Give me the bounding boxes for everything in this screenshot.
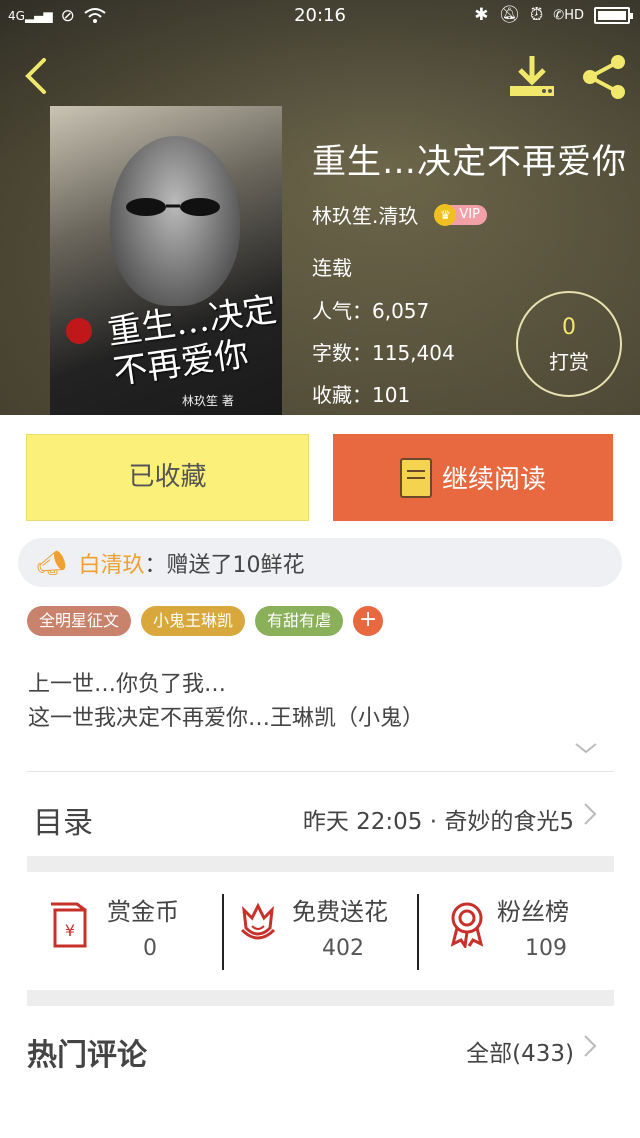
flower-icon [240,902,276,940]
hd-label: HD [564,7,584,23]
chevron-right-icon [584,1035,597,1057]
hd-call-icon: ✆HD [553,7,584,23]
section-separator [27,856,614,872]
tag-item[interactable]: 有甜有虐 [255,606,344,636]
battery-icon [594,6,633,24]
alarm-icon: ⏰︎ [530,5,544,25]
hot-comments-label: 热门评论 [27,1038,147,1073]
bluetooth-icon: ✱ [474,5,489,25]
fan-ranking-stat[interactable]: 粉丝榜 109 [419,878,614,974]
divider [27,771,614,772]
book-status: 连载 [312,256,352,280]
cover-author: 林玖笙 著 [182,394,234,408]
back-button[interactable] [18,56,58,96]
tip-count: 0 [562,315,576,340]
book-title: 重生…决定不再爱你 [312,142,627,182]
tag-list: 全明星征文 小鬼王琳凯 有甜有虐 + [27,606,384,636]
share-button[interactable] [580,54,630,100]
cover-rose [66,318,92,344]
vip-badge: ♛ VIP [434,203,487,226]
latest-chapter: 昨天 22:05 · 奇妙的食光5 [302,809,574,835]
free-flowers-stat[interactable]: 免费送花 402 [224,878,417,974]
stat-name: 赏金币 [107,898,179,926]
chevron-left-icon [25,58,46,94]
word-count-label: 字数： [312,341,372,365]
author-name[interactable]: 林玖笙.清玖 [312,200,418,229]
book-description: 上一世…你负了我… 这一世我决定不再爱你…王琳凯（小鬼） [28,668,618,736]
cover-sunglasses [126,198,220,216]
gift-notice[interactable]: 📣︎ 白清玖 ：赠送了10鲜花 [18,538,622,587]
popularity-label: 人气： [312,299,372,323]
crown-icon: ♛ [434,203,457,226]
svg-text:¥: ¥ [65,921,75,940]
description-line: 上一世…你负了我… [28,672,227,697]
cover-portrait [110,136,240,306]
favorites-value: 101 [372,383,411,407]
cover-title: 重生…决定不再爱你 [105,289,280,393]
share-icon [583,55,625,99]
popularity-value: 6,057 [372,299,430,323]
download-button[interactable] [508,54,556,100]
stat-value: 402 [322,936,364,961]
stat-name: 粉丝榜 [497,898,569,926]
description-line: 这一世我决定不再爱你…王琳凯（小鬼） [28,706,425,731]
red-envelope-icon: ¥ [51,902,87,948]
popularity-row: 人气：6,057 [312,295,429,324]
chevron-right-icon [584,803,597,825]
gift-message: ：赠送了10鲜花 [144,552,305,578]
favorites-row: 收藏：101 [312,379,410,408]
tip-label: 打赏 [549,350,589,374]
toc-label: 目录 [33,806,93,841]
download-icon [510,56,554,96]
medal-icon [450,902,484,948]
continue-reading-button[interactable]: 继续阅读 [333,434,613,521]
favorited-button[interactable]: 已收藏 [26,434,309,521]
word-count-row: 字数：115,404 [312,337,455,366]
all-comments-link[interactable]: 全部(433) [466,1034,574,1068]
word-count-value: 115,404 [372,341,455,365]
reward-coins-stat[interactable]: ¥ 赏金币 0 [27,878,222,974]
vip-label: VIP [459,207,480,222]
tag-item[interactable]: 小鬼王琳凯 [141,606,246,636]
megaphone-icon: 📣︎ [36,548,67,577]
author-row: 林玖笙.清玖 ♛ VIP [312,200,487,229]
status-right: ✱ 🔕︎ ⏰︎ ✆HD [474,5,633,25]
hot-comments-header[interactable]: 热门评论 全部(433) [27,1020,614,1080]
expand-description-button[interactable] [574,740,598,756]
book-icon [399,457,432,498]
favorites-label: 收藏： [312,383,372,407]
section-separator [27,990,614,1006]
stats-row: ¥ 赏金币 0 免费送花 402 粉丝榜 109 [27,878,614,978]
tag-item[interactable]: 全明星征文 [27,606,132,636]
gift-sender: 白清玖 [78,552,145,578]
mute-icon: 🔕︎ [498,5,521,25]
stat-name: 免费送花 [292,898,388,926]
tip-button[interactable]: 0 打赏 [516,291,622,397]
stat-value: 0 [143,936,157,961]
stat-value: 109 [525,936,567,961]
book-header: 4G▂▄▆ ⊘ 20:16 ✱ 🔕︎ ⏰︎ ✆HD 重生…决定不再爱你 林玖笙 … [0,0,640,415]
table-of-contents-row[interactable]: 目录 昨天 22:05 · 奇妙的食光5 [27,790,614,846]
book-cover[interactable]: 重生…决定不再爱你 林玖笙 著 [50,106,282,415]
add-tag-button[interactable]: + [353,606,384,636]
continue-reading-label: 继续阅读 [441,465,546,495]
status-bar: 4G▂▄▆ ⊘ 20:16 ✱ 🔕︎ ⏰︎ ✆HD [0,0,640,32]
